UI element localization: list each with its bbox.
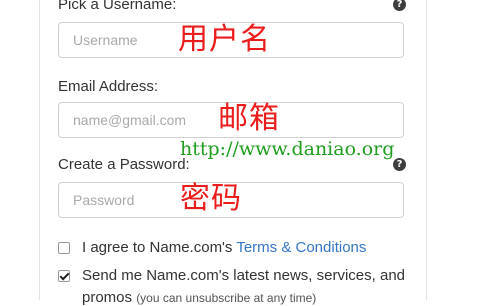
password-label: Create a Password: [58, 156, 190, 173]
terms-link[interactable]: Terms & Conditions [236, 239, 366, 256]
newsletter-text-line2: promos (you can unsubscribe at any time) [82, 289, 316, 306]
watermark-url: http://www.daniao.org [180, 138, 395, 160]
username-label: Pick a Username: [58, 0, 177, 13]
email-label: Email Address: [58, 78, 159, 95]
username-help-icon[interactable]: ? [393, 0, 406, 11]
username-annotation: 用户名 [178, 22, 271, 57]
newsletter-promos-label: promos [82, 289, 137, 306]
email-annotation: 邮箱 [218, 101, 280, 136]
panel-border-right [426, 0, 427, 300]
newsletter-checkbox[interactable] [58, 270, 70, 282]
panel-border-left [39, 0, 40, 300]
terms-checkbox[interactable] [58, 242, 70, 254]
password-annotation: 密码 [180, 181, 242, 216]
newsletter-text-line1: Send me Name.com's latest news, services… [82, 267, 405, 284]
password-help-icon[interactable]: ? [393, 158, 406, 171]
newsletter-unsubscribe-note: (you can unsubscribe at any time) [136, 291, 317, 305]
terms-text: I agree to Name.com's Terms & Conditions [82, 239, 366, 256]
terms-label: I agree to Name.com's [82, 239, 237, 256]
